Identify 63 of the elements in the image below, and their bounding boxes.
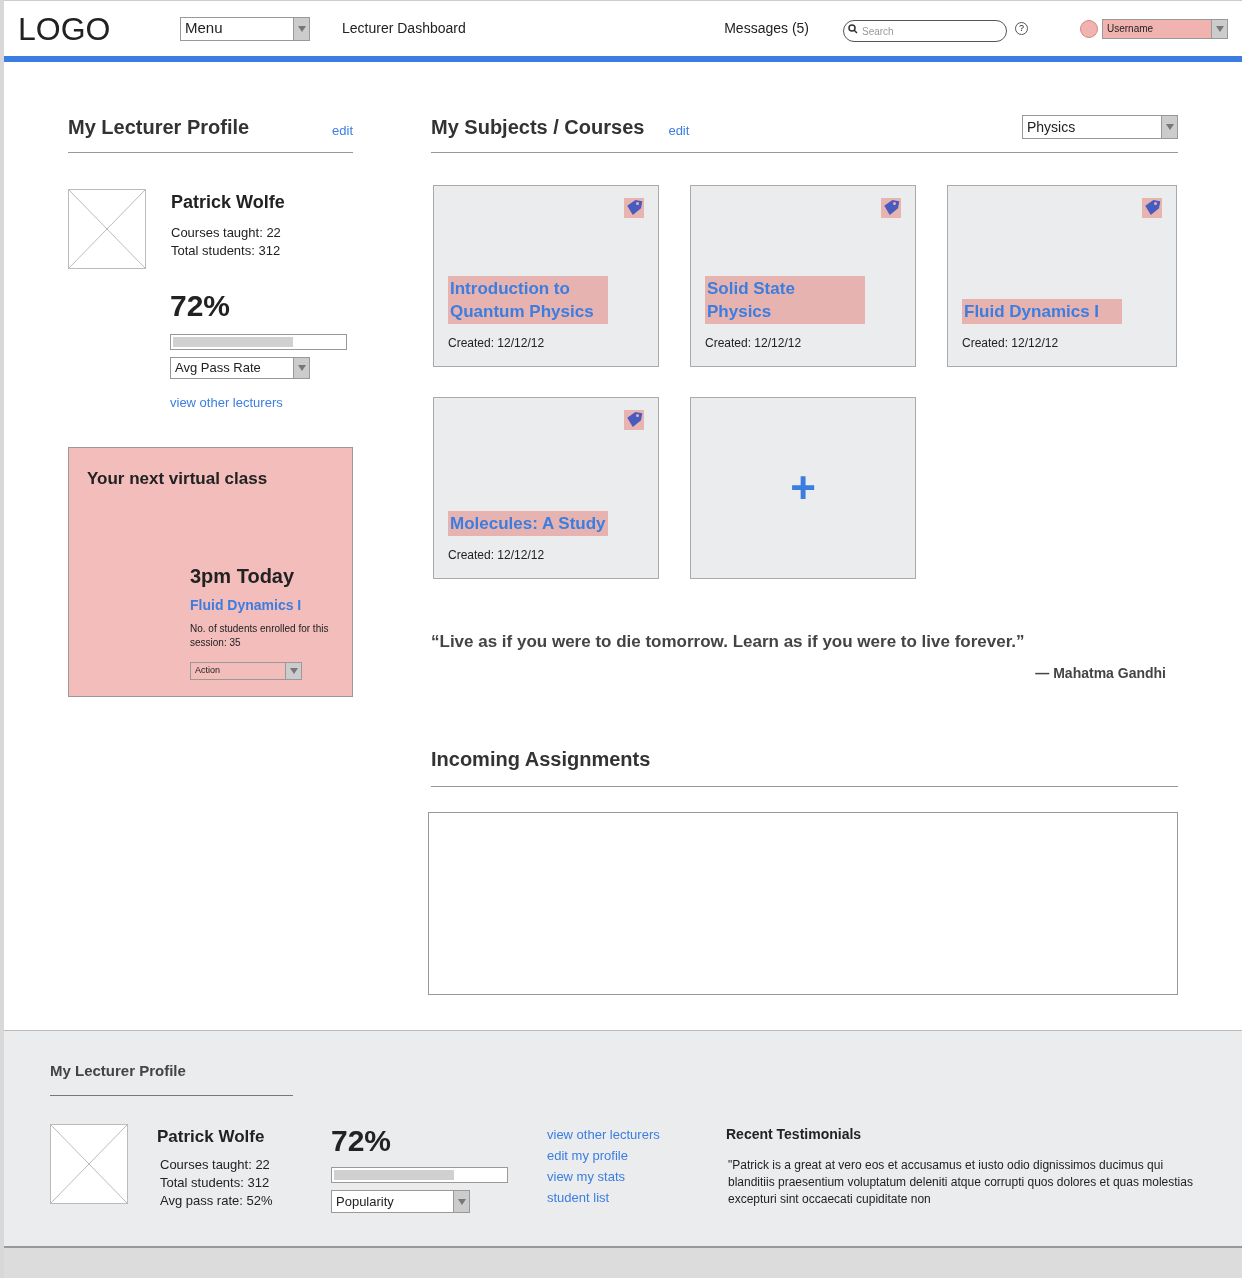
- created-date: Created: 12/12/12: [962, 335, 1060, 352]
- section-heading: Incoming Assignments: [431, 747, 651, 770]
- profile-stat: Total students: 312: [171, 242, 282, 260]
- tag-icon: [624, 410, 644, 430]
- course-link[interactable]: Fluid Dynamics I: [190, 595, 334, 616]
- profile-link[interactable]: edit my profile: [547, 1145, 726, 1166]
- profile-stat: Courses taught: 22: [171, 224, 282, 242]
- card-heading: Your next virtual class: [87, 467, 269, 490]
- caret-icon: [1165, 124, 1174, 130]
- course-card[interactable]: Molecules: A Study Created: 12/12/12: [433, 397, 659, 579]
- edit-link[interactable]: edit: [332, 120, 353, 142]
- logo: LOGO: [18, 9, 112, 49]
- profile-link[interactable]: student list: [547, 1187, 726, 1208]
- caret-icon: [289, 668, 298, 674]
- page-title: Lecturer Dashboard: [342, 19, 466, 38]
- course-card[interactable]: Fluid Dynamics I Created: 12/12/12: [947, 185, 1177, 367]
- class-time: 3pm Today: [190, 564, 296, 589]
- course-card[interactable]: Introduction to Quantum Physics Created: 12/12/12: [433, 185, 659, 367]
- profile-stat: Avg pass rate: 52%: [160, 1191, 274, 1210]
- caret-icon: [457, 1198, 466, 1205]
- view-lecturers-link[interactable]: view other lecturers: [170, 393, 353, 413]
- profile-stat: Total students: 312: [160, 1173, 271, 1192]
- menu-dropdown[interactable]: Menu: [180, 16, 310, 41]
- lecturer-name: Patrick Wolfe: [171, 191, 285, 214]
- caret-icon: [297, 365, 306, 371]
- percent-value: 72%: [170, 288, 232, 324]
- lecturer-name: Patrick Wolfe: [157, 1126, 266, 1148]
- subject-dropdown[interactable]: Physics: [1022, 115, 1178, 139]
- caret-icon: [297, 25, 306, 32]
- user-dropdown[interactable]: Username: [1102, 18, 1228, 39]
- quote-text: “Live as if you were to die tomorrow. Learn as if you were to live forever.”: [431, 631, 1026, 653]
- tag-icon: [1142, 198, 1162, 218]
- course-title[interactable]: Introduction to Quantum Physics: [448, 276, 608, 324]
- section-heading: My Subjects / Courses: [431, 115, 645, 140]
- profile-stat: Courses taught: 22: [160, 1155, 271, 1174]
- profile-link[interactable]: view other lecturers: [547, 1124, 726, 1145]
- percent-value: 72%: [331, 1123, 393, 1159]
- section-heading: My Lecturer Profile: [68, 115, 250, 140]
- created-date: Created: 12/12/12: [448, 335, 546, 352]
- add-course-card[interactable]: +: [690, 397, 916, 579]
- messages-link[interactable]: Messages (5): [724, 18, 809, 39]
- profile-link[interactable]: view my stats: [547, 1166, 726, 1187]
- testimonials-heading: Recent Testimonials: [726, 1125, 863, 1144]
- course-card[interactable]: Solid State Physics Created: 12/12/12: [690, 185, 916, 367]
- caret-icon: [1215, 25, 1224, 32]
- quote-author: — Mahatma Gandhi: [1035, 663, 1166, 683]
- action-dropdown[interactable]: Action: [190, 662, 302, 680]
- course-title[interactable]: Molecules: A Study: [448, 511, 608, 536]
- search-field[interactable]: Search: [843, 20, 1007, 42]
- course-title[interactable]: Solid State Physics: [705, 276, 865, 324]
- tag-icon: [881, 198, 901, 218]
- edit-link[interactable]: edit: [668, 120, 690, 142]
- metric-dropdown[interactable]: Avg Pass Rate: [170, 357, 310, 379]
- search-icon: [848, 23, 858, 34]
- tag-icon: [624, 198, 644, 218]
- course-title[interactable]: Fluid Dynamics I: [962, 299, 1122, 324]
- avatar-icon: [1080, 19, 1098, 38]
- footer-heading: My Lecturer Profile: [50, 1062, 186, 1079]
- created-date: Created: 12/12/12: [448, 547, 546, 564]
- created-date: Created: 12/12/12: [705, 335, 803, 352]
- testimonial-text: "Patrick is a great at vero eos et accusamus et iusto odio dignissimos ducimus qui blanditiis praesentium voluptatum deleniti atque corrupti quos dolores et quas molestias excepturi sint occaecati cupiditate non: [728, 1157, 1194, 1208]
- enrolled-note: No. of students enrolled for this session: 35: [190, 622, 330, 650]
- metric-dropdown[interactable]: Popularity: [331, 1190, 470, 1213]
